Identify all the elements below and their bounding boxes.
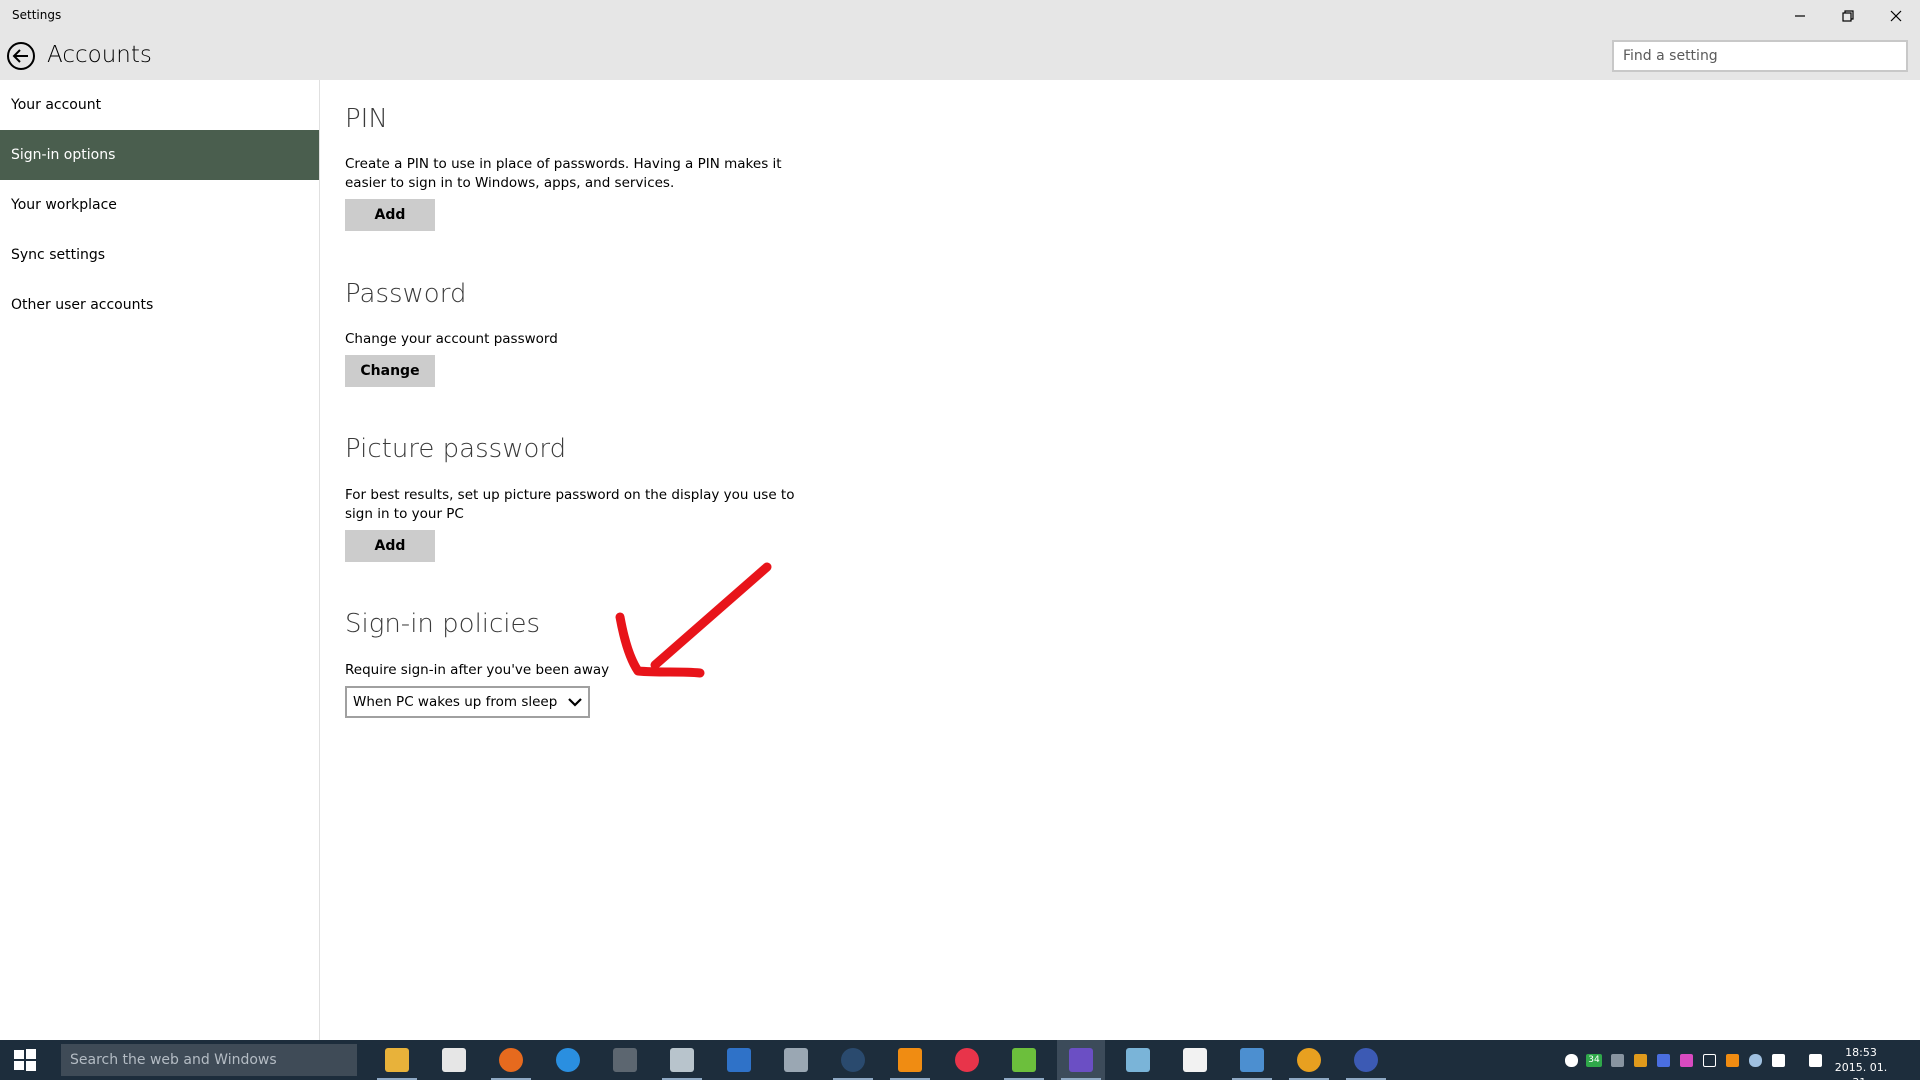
- find-setting-box[interactable]: [1612, 40, 1908, 72]
- vlc-button[interactable]: [886, 1040, 934, 1080]
- app-icon: [613, 1048, 637, 1072]
- steam-icon: [841, 1048, 865, 1072]
- itunes-icon: [955, 1048, 979, 1072]
- message-icon: [1808, 1053, 1822, 1067]
- find-setting-input[interactable]: [1614, 42, 1906, 70]
- document-icon: [1183, 1048, 1207, 1072]
- password-section-title: Password: [345, 279, 467, 309]
- tray-icon-7[interactable]: [1698, 1040, 1720, 1080]
- taskbar-search-box[interactable]: Search the web and Windows: [61, 1044, 357, 1076]
- picture-password-section-title: Picture password: [345, 434, 567, 464]
- tray-icon-6[interactable]: [1675, 1040, 1697, 1080]
- app-button-8[interactable]: [772, 1040, 820, 1080]
- cloud-icon: [1564, 1053, 1578, 1067]
- window-title: Settings: [12, 8, 62, 22]
- picture-password-add-button[interactable]: Add: [345, 530, 435, 562]
- app-icon: [1126, 1048, 1150, 1072]
- app-icon: [1354, 1048, 1378, 1072]
- sidebar-item-your-workplace[interactable]: Your workplace: [0, 180, 319, 230]
- tray-app-icon: [1702, 1053, 1716, 1067]
- badge-tray[interactable]: 34: [1583, 1040, 1605, 1080]
- sidebar-item-sign-in-options[interactable]: Sign-in options: [0, 130, 319, 180]
- calculator-icon: [727, 1048, 751, 1072]
- gear-icon: [1069, 1048, 1093, 1072]
- restore-icon: [1842, 10, 1854, 22]
- taskbar: Search the web and Windows 34 18:53 2015…: [0, 1040, 1920, 1089]
- app-icon: [670, 1048, 694, 1072]
- annotation-arrow-icon: [615, 562, 772, 678]
- clock-date: 2015. 01. 31.: [1834, 1061, 1888, 1089]
- tray-icon-4[interactable]: [1629, 1040, 1651, 1080]
- tray-app-icon: [1610, 1053, 1624, 1067]
- tray-icon-3[interactable]: [1606, 1040, 1628, 1080]
- calculator-button[interactable]: [715, 1040, 763, 1080]
- pin-add-button[interactable]: Add: [345, 199, 435, 231]
- app-button-14[interactable]: [1114, 1040, 1162, 1080]
- signin-policies-section-title: Sign-in policies: [345, 609, 541, 639]
- back-button[interactable]: [6, 41, 36, 71]
- app-icon: [784, 1048, 808, 1072]
- sidebar-item-your-account[interactable]: Your account: [0, 80, 319, 130]
- monitor-icon: [1240, 1048, 1264, 1072]
- store-icon: [442, 1048, 466, 1072]
- pin-description: Create a PIN to use in place of password…: [345, 156, 782, 191]
- start-button[interactable]: [0, 1040, 50, 1080]
- steam-tray[interactable]: [1744, 1040, 1766, 1080]
- tray-badge: 34: [1586, 1053, 1602, 1067]
- file-explorer-button[interactable]: [373, 1040, 421, 1080]
- picture-password-description: For best results, set up picture passwor…: [345, 487, 795, 522]
- windows-logo-icon: [14, 1049, 36, 1071]
- store-button[interactable]: [430, 1040, 478, 1080]
- pin-section-title: PIN: [345, 104, 388, 134]
- firefox-icon: [499, 1048, 523, 1072]
- taskbar-clock[interactable]: 18:53 2015. 01. 31.: [1830, 1045, 1892, 1090]
- require-signin-dropdown[interactable]: When PC wakes up from sleep: [345, 686, 590, 718]
- app-icon: [1297, 1048, 1321, 1072]
- app-button-18[interactable]: [1342, 1040, 1390, 1080]
- clock-time: 18:53: [1845, 1046, 1877, 1059]
- back-arrow-icon: [7, 42, 35, 70]
- password-description: Change your account password: [345, 331, 558, 347]
- vlc-cone-icon: [1725, 1053, 1739, 1067]
- notepad-button[interactable]: [1171, 1040, 1219, 1080]
- app-button-12[interactable]: [1000, 1040, 1048, 1080]
- settings-app-button[interactable]: [1057, 1040, 1105, 1080]
- sidebar-nav: Your account Sign-in options Your workpl…: [0, 80, 320, 1040]
- action-center-tray[interactable]: [1804, 1040, 1826, 1080]
- internet-explorer-button[interactable]: [544, 1040, 592, 1080]
- network-tray[interactable]: [1767, 1040, 1789, 1080]
- sidebar-item-other-user-accounts[interactable]: Other user accounts: [0, 280, 319, 330]
- steam-icon: [1748, 1053, 1762, 1067]
- tray-app-icon: [1656, 1053, 1670, 1067]
- steam-button[interactable]: [829, 1040, 877, 1080]
- password-change-button[interactable]: Change: [345, 355, 435, 387]
- restore-button[interactable]: [1824, 0, 1872, 32]
- network-icon: [1771, 1053, 1785, 1067]
- close-icon: [1890, 10, 1902, 22]
- minimize-button[interactable]: [1776, 0, 1824, 32]
- page-title: Accounts: [47, 42, 152, 68]
- require-signin-dropdown-value: When PC wakes up from sleep: [353, 694, 558, 710]
- sidebar-item-sync-settings[interactable]: Sync settings: [0, 230, 319, 280]
- vlc-cone-icon: [898, 1048, 922, 1072]
- tray-app-icon: [1633, 1053, 1647, 1067]
- title-bar: Settings: [0, 0, 1920, 32]
- internet-explorer-icon: [556, 1048, 580, 1072]
- tray-app-icon: [1679, 1053, 1693, 1067]
- folder-icon: [385, 1048, 409, 1072]
- app-button-5[interactable]: [601, 1040, 649, 1080]
- app-button-17[interactable]: [1285, 1040, 1333, 1080]
- itunes-button[interactable]: [943, 1040, 991, 1080]
- onedrive-tray[interactable]: [1560, 1040, 1582, 1080]
- app-button-16[interactable]: [1228, 1040, 1276, 1080]
- tray-icon-5[interactable]: [1652, 1040, 1674, 1080]
- minimize-icon: [1795, 15, 1805, 17]
- app-header: Accounts: [0, 32, 1920, 80]
- vlc-tray[interactable]: [1721, 1040, 1743, 1080]
- app-icon: [1012, 1048, 1036, 1072]
- close-button[interactable]: [1872, 0, 1920, 32]
- app-button-6[interactable]: [658, 1040, 706, 1080]
- chevron-down-icon: [568, 698, 582, 707]
- firefox-button[interactable]: [487, 1040, 535, 1080]
